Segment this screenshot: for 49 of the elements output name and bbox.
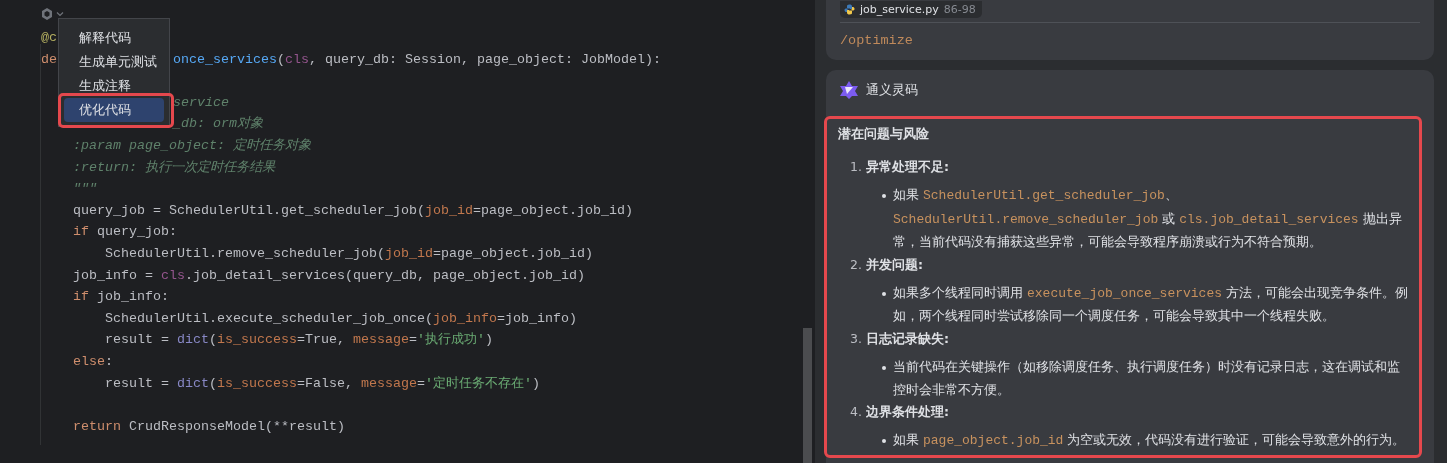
file-name: job_service.py bbox=[860, 3, 939, 16]
bullet-text: 如果 page_object.job_id 为空或无效，代码没有进行验证，可能会导致意外的行为。 bbox=[893, 432, 1406, 448]
code-text: SchedulerUtil.remove_scheduler_job(job_id=page_object.job_id) bbox=[104, 244, 593, 263]
menu-item[interactable]: 优化代码 bbox=[64, 98, 164, 122]
menu-item[interactable]: 生成注释 bbox=[64, 74, 164, 98]
bullet-dot bbox=[882, 291, 886, 296]
command-text: /optimize bbox=[840, 32, 914, 50]
menu-item[interactable]: 解释代码 bbox=[64, 26, 164, 50]
code-text: de bbox=[41, 50, 57, 69]
code-text: SchedulerUtil.execute_scheduler_job_once(job_info=job_info) bbox=[104, 309, 577, 328]
star-logo-icon bbox=[839, 81, 859, 99]
section-title: 并发问题: bbox=[865, 255, 923, 274]
code-text: @c bbox=[41, 29, 57, 47]
list-number: 2. bbox=[850, 255, 862, 274]
section-title: 边界条件处理: bbox=[865, 403, 949, 422]
code-text: service bbox=[173, 93, 229, 112]
code-text: _db: orm对象 bbox=[173, 115, 263, 134]
code-text: return CrudResponseModel(**result) bbox=[72, 417, 345, 436]
code-text: if query_job: bbox=[72, 223, 177, 242]
code-text: job_info = cls.job_detail_services(query_db, page_object.job_id) bbox=[72, 266, 585, 285]
code-text: once_services(cls, query_db: Session, page_object: JobModel): bbox=[173, 50, 661, 69]
scrollbar-thumb[interactable] bbox=[803, 328, 812, 463]
python-icon bbox=[844, 4, 855, 15]
bullet-dot bbox=[882, 439, 886, 444]
code-text: """ bbox=[72, 180, 97, 199]
list-number: 1. bbox=[850, 158, 862, 176]
reply-heading: 潜在问题与风险 bbox=[838, 126, 930, 143]
code-text: result = dict(is_success=True, message='执行成功') bbox=[104, 331, 493, 350]
file-chip[interactable]: job_service.py 86-98 bbox=[840, 1, 982, 18]
section-title: 异常处理不足: bbox=[865, 158, 949, 176]
line-range: 86-98 bbox=[943, 3, 976, 16]
ai-assistant-icon[interactable] bbox=[40, 6, 54, 21]
list-number: 3. bbox=[850, 329, 862, 348]
code-text: else: bbox=[72, 352, 113, 371]
bullet-text: 如果多个线程同时调用 execute_job_once_services 方法，可能会出现竞争条件。例如，两个线程同时尝试移除同一个调度任务，可能会导致其中一个线程失败。 bbox=[893, 284, 1408, 324]
code-text: query_job = SchedulerUtil.get_scheduler_job(job_id=page_object.job_id) bbox=[72, 201, 633, 220]
bullet-text: 当前代码在关键操作（如移除调度任务、执行调度任务）时没有记录日志，这在调试和监控时会非常不方便。 bbox=[893, 358, 1400, 397]
bullet-dot bbox=[882, 194, 886, 198]
chevron-down-icon[interactable] bbox=[56, 9, 64, 18]
assistant-name: 通义灵码 bbox=[866, 81, 918, 99]
bullet-dot bbox=[882, 365, 886, 370]
code-text: :return: 执行一次定时任务结果 bbox=[72, 158, 275, 177]
code-text: result = dict(is_success=False, message='定时任务不存在') bbox=[104, 374, 540, 393]
menu-item[interactable]: 生成单元测试 bbox=[64, 50, 164, 74]
bullet-text: 如果 SchedulerUtil.get_scheduler_job、 SchedulerUtil.remove_scheduler_job 或 cls.job_detail_services 抛出异常，当前代码没有捕获这些异常，可能会导致程序崩溃或行为不符合预期。 bbox=[893, 187, 1402, 250]
section-title: 日志记录缺失: bbox=[865, 329, 949, 348]
list-number: 4. bbox=[850, 403, 862, 422]
code-text: if job_info: bbox=[72, 288, 169, 307]
code-text: :param page_object: 定时任务对象 bbox=[72, 136, 311, 155]
